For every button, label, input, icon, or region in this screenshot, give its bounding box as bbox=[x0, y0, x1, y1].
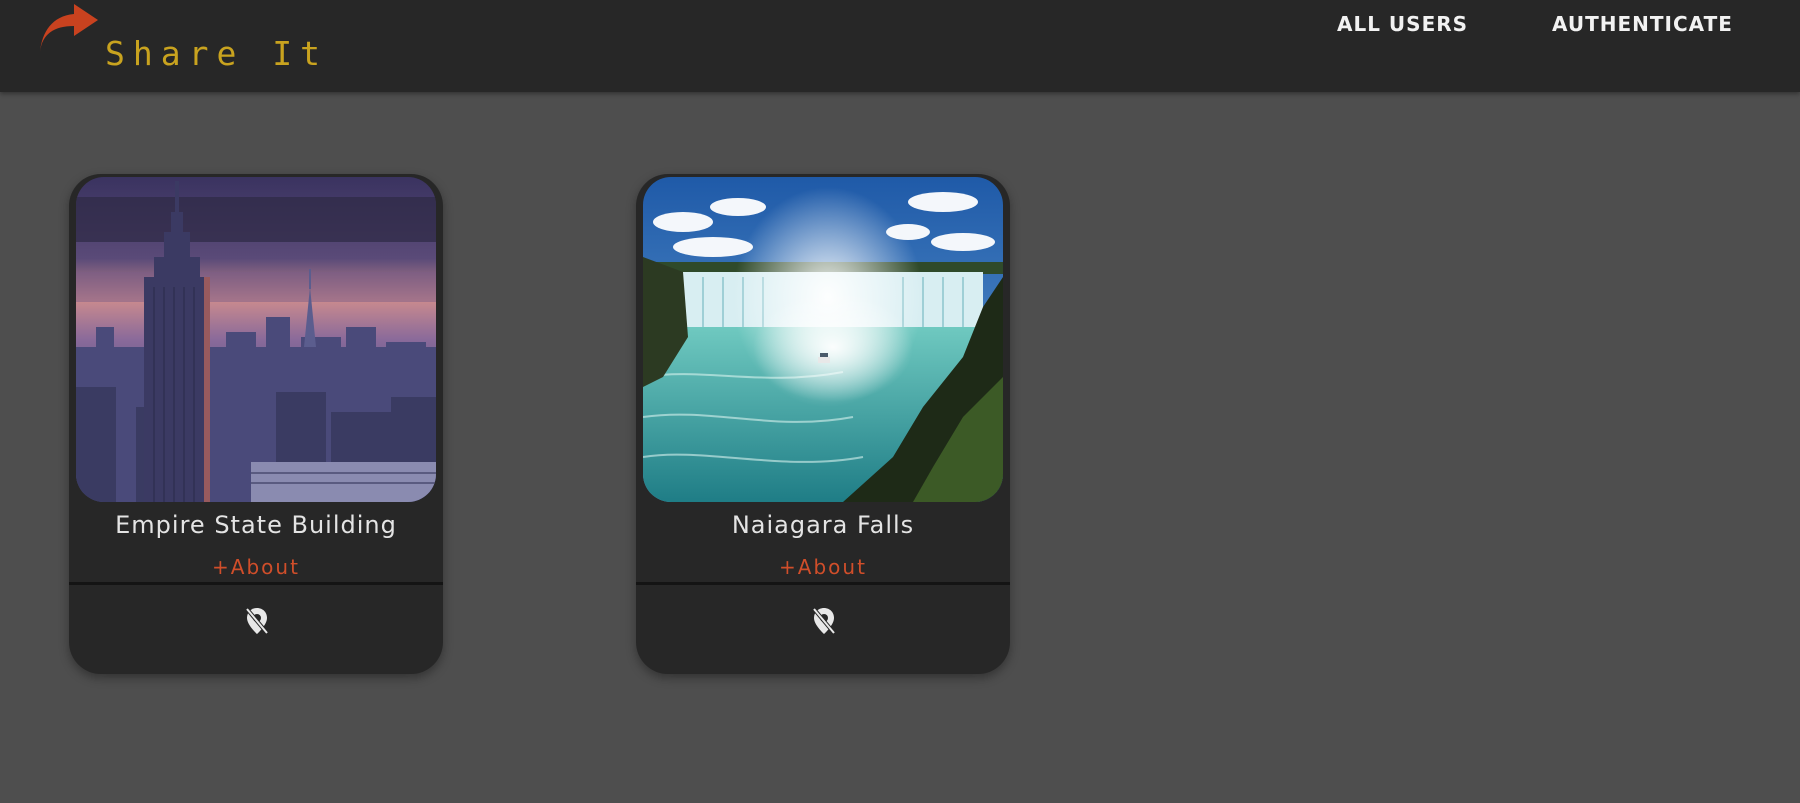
place-image[interactable] bbox=[643, 177, 1003, 502]
about-link[interactable]: +About bbox=[69, 555, 443, 579]
nav-all-users-link[interactable]: ALL USERS bbox=[1337, 12, 1468, 36]
location-off-icon[interactable] bbox=[811, 606, 837, 636]
about-link[interactable]: +About bbox=[636, 555, 1010, 579]
card-divider bbox=[636, 582, 1010, 585]
place-card: Empire State Building +About bbox=[69, 174, 443, 674]
place-image[interactable] bbox=[76, 177, 436, 502]
share-arrow-icon[interactable] bbox=[38, 4, 100, 54]
brand-title[interactable]: Share It bbox=[105, 34, 328, 73]
place-card: Naiagara Falls +About bbox=[636, 174, 1010, 674]
nav-authenticate-link[interactable]: AUTHENTICATE bbox=[1552, 12, 1733, 36]
location-off-icon[interactable] bbox=[244, 606, 270, 636]
top-nav-bar: Share It ALL USERS AUTHENTICATE bbox=[0, 0, 1800, 92]
place-title: Naiagara Falls bbox=[731, 511, 915, 539]
card-divider bbox=[69, 582, 443, 585]
place-title: Empire State Building bbox=[115, 511, 397, 539]
